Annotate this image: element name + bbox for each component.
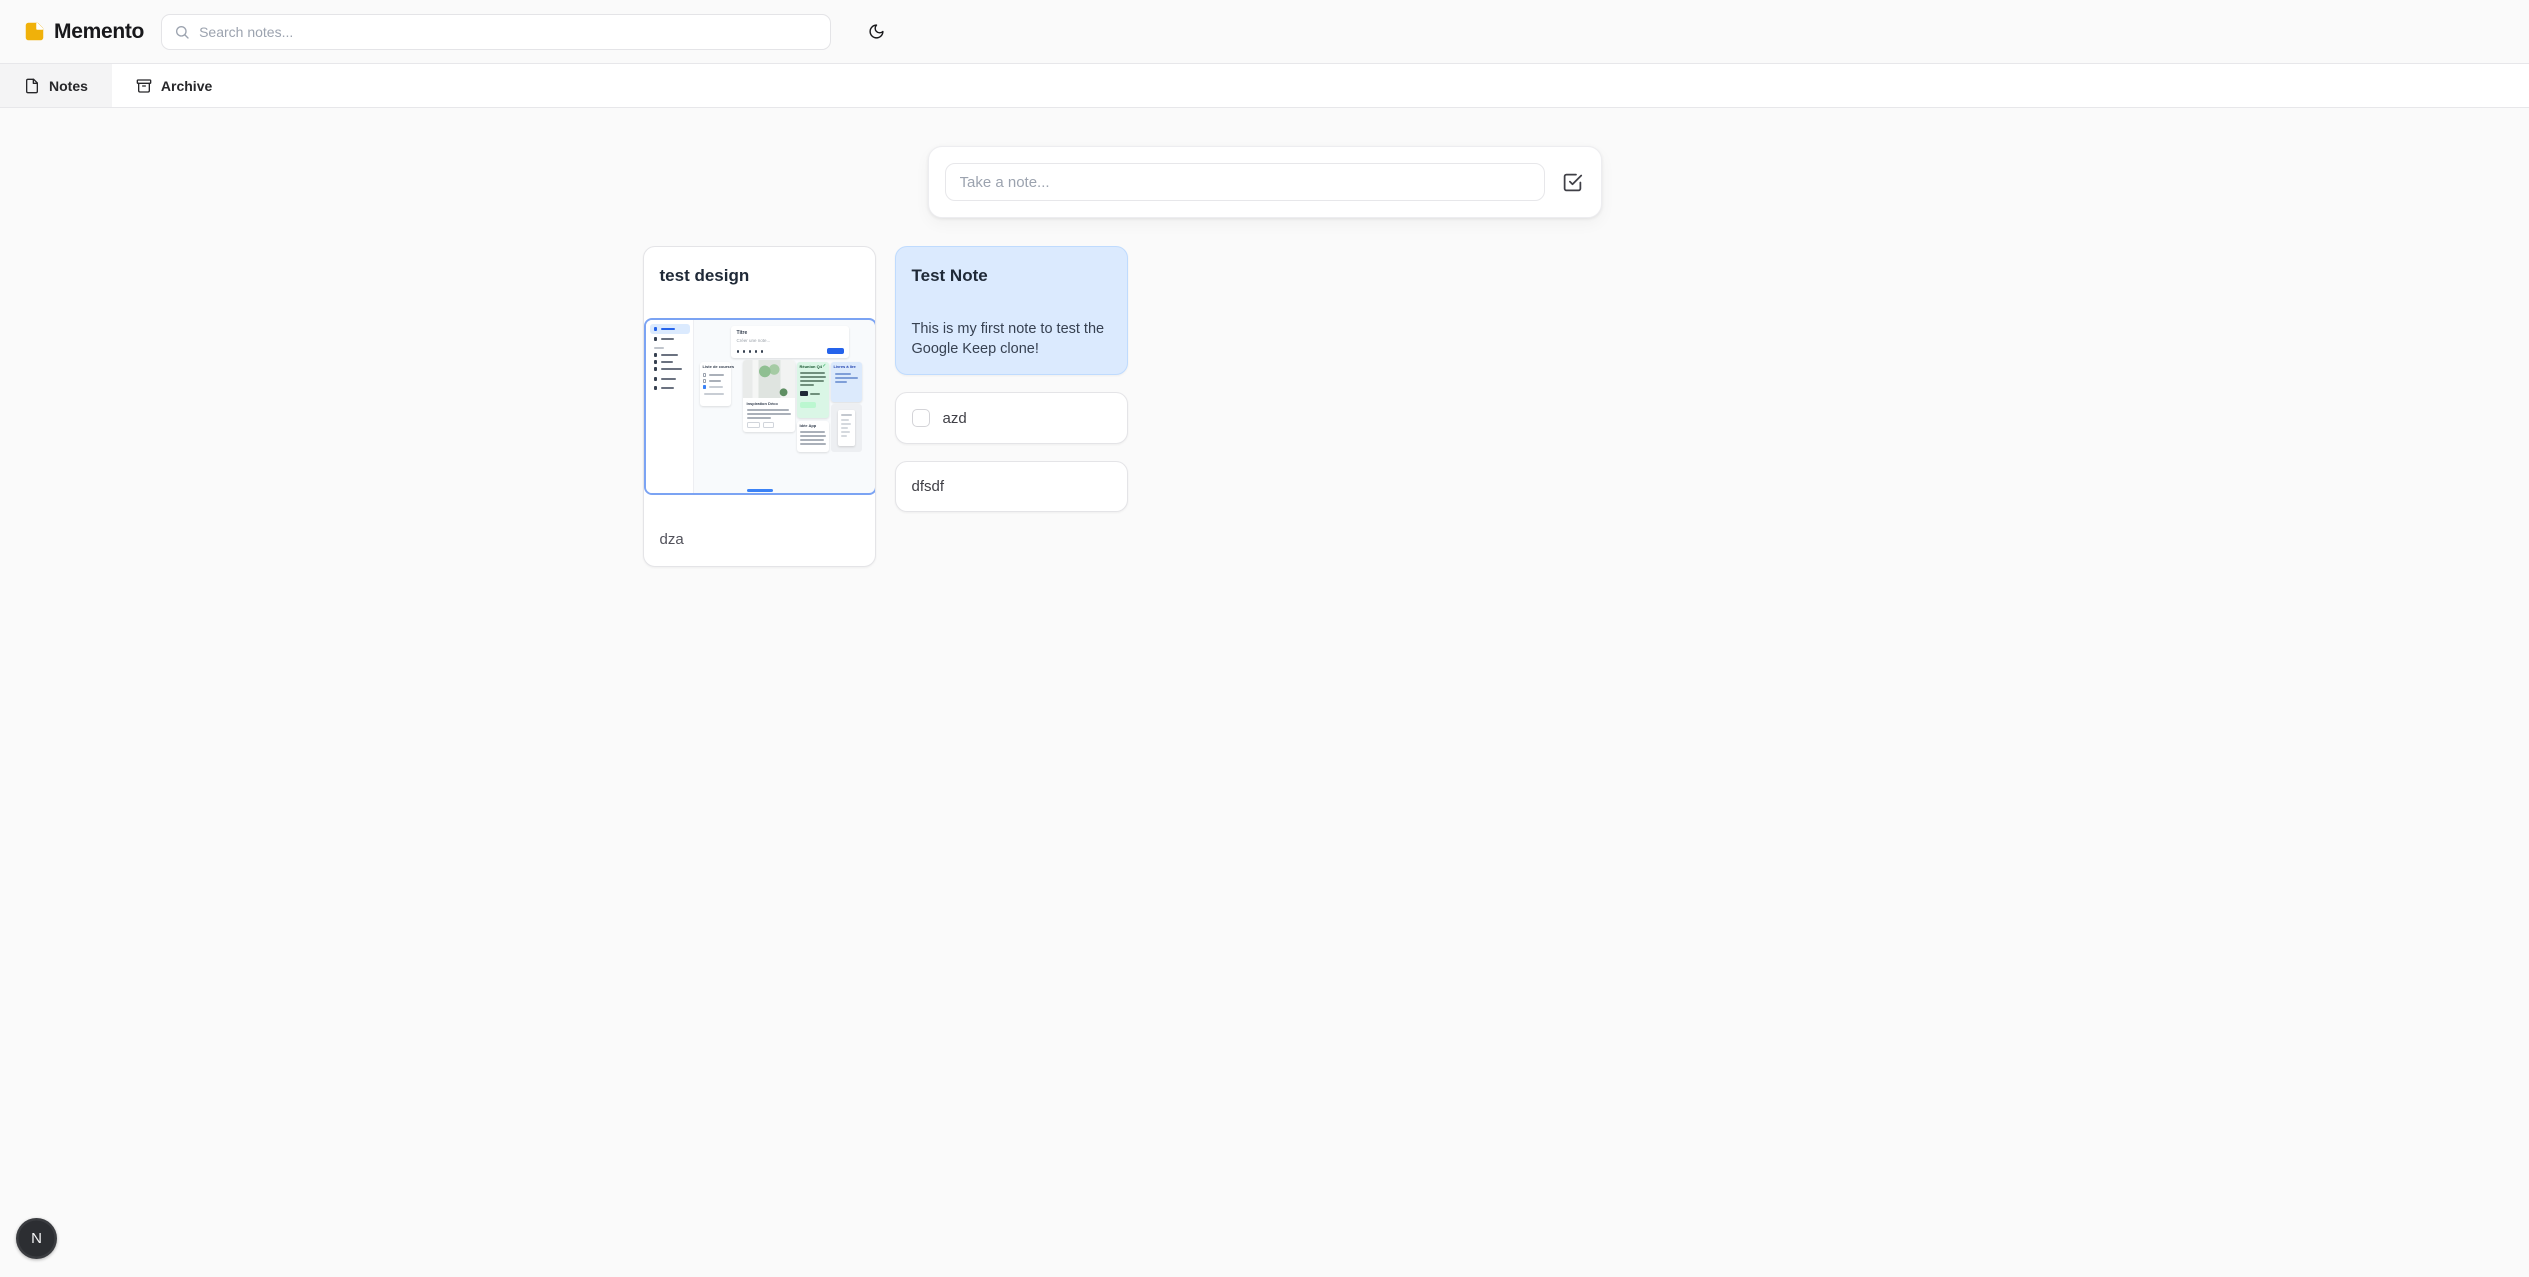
- note-card-test-design[interactable]: test design: [643, 246, 876, 567]
- grid-column-2: Test Note This is my first note to test …: [895, 246, 1128, 512]
- grid-column-1: test design: [643, 246, 876, 567]
- note-body-text: dza: [644, 531, 875, 566]
- app-logo: Memento: [24, 20, 144, 44]
- search-icon: [174, 24, 190, 40]
- note-image-thumbnail: Titre Créer une note... Liste de courses: [644, 318, 876, 495]
- sticky-note-icon: [24, 21, 45, 42]
- tab-archive-label: Archive: [161, 78, 212, 94]
- moon-icon: [868, 23, 885, 40]
- thumb-card-photo: Inspiration Déco: [743, 360, 795, 432]
- composer-card: [928, 146, 1602, 218]
- new-checklist-button[interactable]: [1561, 170, 1585, 194]
- note-body-text: dfsdf: [912, 478, 945, 495]
- app-title: Memento: [54, 20, 144, 44]
- thumb-room-photo: [743, 360, 795, 398]
- take-a-note-input[interactable]: [945, 163, 1545, 201]
- note-title: test design: [644, 247, 875, 288]
- archive-icon: [136, 78, 152, 94]
- thumb-scrollbar: [747, 489, 773, 492]
- thumb-card-idea: Idée App: [797, 421, 829, 452]
- thumb-sidebar: [646, 320, 694, 493]
- note-body-text: This is my first note to test the Google…: [896, 319, 1127, 374]
- note-card-dfsdf[interactable]: dfsdf: [895, 461, 1128, 512]
- tab-notes-label: Notes: [49, 78, 88, 94]
- thumb-composer: Titre Créer une note...: [731, 326, 849, 358]
- thumb-check-glyph: ✓: [822, 363, 826, 369]
- note-title: Test Note: [896, 247, 1127, 288]
- thumb-card-checklist: Liste de courses: [700, 362, 731, 406]
- thumb-composer-button: [827, 348, 844, 354]
- file-icon: [24, 78, 40, 94]
- avatar-initial: N: [31, 1230, 42, 1247]
- app-header: Memento Search notes...: [0, 0, 2529, 64]
- note-checkbox[interactable]: [912, 409, 930, 427]
- search-input[interactable]: Search notes...: [161, 14, 831, 50]
- check-square-icon: [1562, 172, 1583, 193]
- tab-bar: Notes Archive: [0, 64, 2529, 108]
- tab-archive[interactable]: Archive: [112, 64, 236, 107]
- note-body-text: azd: [943, 410, 967, 427]
- thumb-sidebar-active-item: [650, 324, 690, 334]
- notes-grid: test design: [643, 246, 1887, 567]
- thumb-card-blue: Livres à lire: [831, 362, 862, 402]
- note-card-test-note[interactable]: Test Note This is my first note to test …: [895, 246, 1128, 375]
- user-avatar[interactable]: N: [16, 1218, 57, 1259]
- theme-toggle-button[interactable]: [858, 14, 894, 50]
- note-composer: [928, 146, 1602, 218]
- search-placeholder: Search notes...: [199, 24, 293, 40]
- note-card-azd[interactable]: azd: [895, 392, 1128, 444]
- tab-notes[interactable]: Notes: [0, 64, 112, 107]
- thumb-card-phone: [831, 404, 862, 452]
- thumb-card-green: Réunion Q4 ✓: [797, 362, 829, 418]
